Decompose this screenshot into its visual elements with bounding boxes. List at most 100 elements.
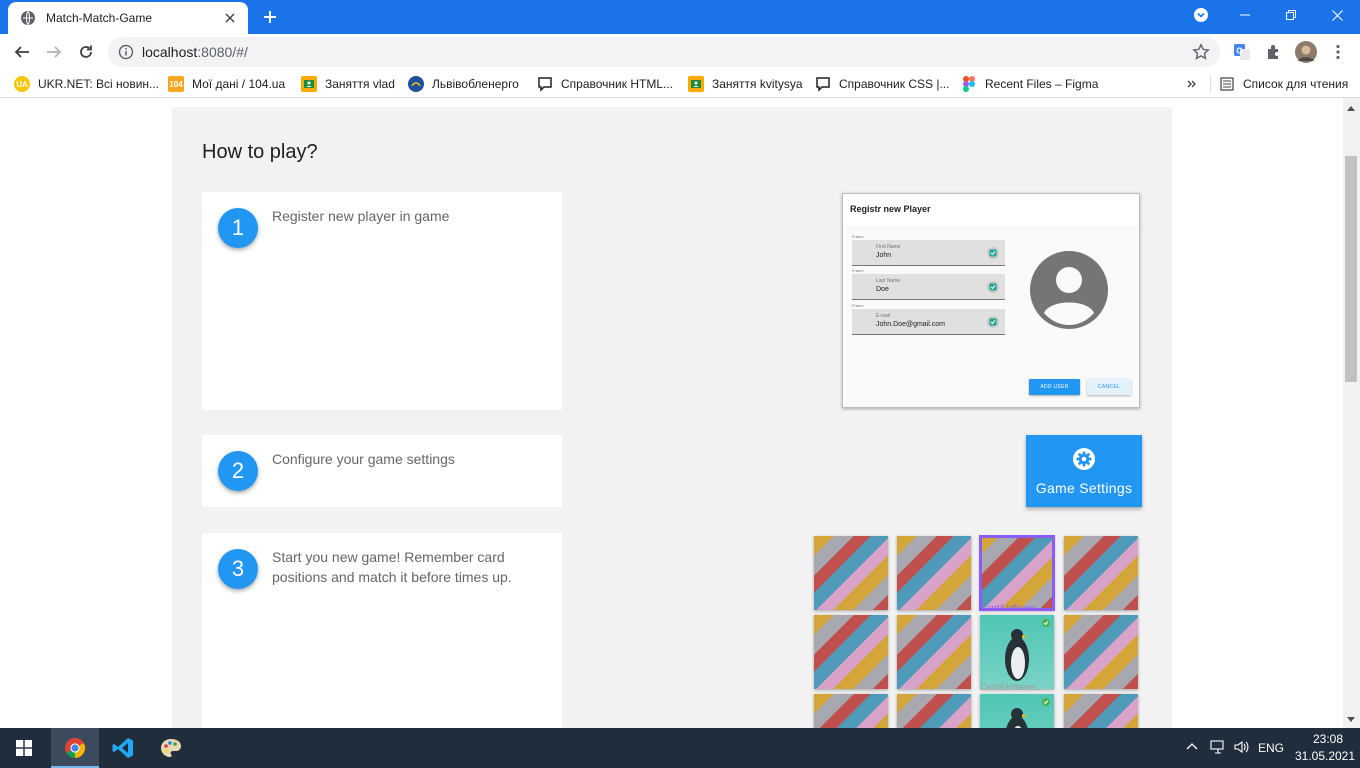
bookmark-classroom-kvitysya[interactable]: Заняття kvitysya bbox=[688, 75, 803, 93]
card-back bbox=[1064, 536, 1138, 610]
step-description: Configure your game settings bbox=[272, 451, 455, 467]
site-info-icon[interactable] bbox=[118, 44, 134, 60]
card-caption: Card/Unflame... bbox=[980, 603, 1044, 613]
card-back bbox=[897, 536, 971, 610]
bookmarks-overflow-icon[interactable] bbox=[1186, 75, 1198, 93]
card-back bbox=[814, 694, 888, 728]
card-back bbox=[1064, 694, 1138, 728]
page-scrollbar[interactable] bbox=[1343, 98, 1360, 728]
bookmark-label: UKR.NET: Всі новин... bbox=[38, 77, 160, 91]
close-window-button[interactable] bbox=[1314, 0, 1360, 30]
last-name-field: Last Name Doe bbox=[852, 274, 1005, 300]
bookmark-html-reference[interactable]: Справочник HTML... bbox=[537, 75, 673, 93]
game-settings-tile: Game Settings bbox=[1026, 435, 1142, 507]
bookmark-label: Справочник CSS |... bbox=[839, 77, 950, 91]
chrome-menu-icon[interactable] bbox=[1326, 40, 1350, 64]
reading-list-button[interactable]: Список для чтения bbox=[1210, 75, 1348, 93]
back-icon[interactable] bbox=[10, 40, 34, 64]
field-value: John.Doe@gmail.com bbox=[876, 321, 945, 328]
register-dialog-header: Registr new Player bbox=[843, 194, 1139, 226]
game-settings-label: Game Settings bbox=[1035, 480, 1133, 496]
url-text: localhost:8080/#/ bbox=[142, 44, 248, 60]
ukrnet-icon: UA bbox=[14, 76, 30, 92]
scroll-up-arrow-icon[interactable] bbox=[1347, 106, 1355, 111]
reload-icon[interactable] bbox=[74, 40, 98, 64]
forward-icon[interactable] bbox=[42, 40, 66, 64]
card-back bbox=[1064, 615, 1138, 689]
gear-icon bbox=[1072, 447, 1096, 471]
bookmark-label: Справочник HTML... bbox=[561, 77, 673, 91]
extensions-icon[interactable] bbox=[1262, 40, 1286, 64]
restore-button[interactable] bbox=[1268, 0, 1314, 30]
globe-icon bbox=[20, 10, 36, 26]
figma-icon bbox=[961, 76, 977, 92]
new-tab-button[interactable] bbox=[258, 7, 282, 27]
register-player-preview: Registr new Player Frame First Name John… bbox=[842, 193, 1140, 408]
url-path: :8080/#/ bbox=[197, 44, 248, 60]
check-icon bbox=[987, 315, 999, 328]
bookmark-star-icon[interactable] bbox=[1192, 43, 1210, 61]
scrollbar-thumb[interactable] bbox=[1345, 156, 1357, 382]
page-title: How to play? bbox=[202, 141, 318, 163]
how-to-play-panel: How to play? 1 Register new player in ga… bbox=[172, 107, 1172, 728]
step-description: Start you new game! Remember card positi… bbox=[272, 549, 512, 585]
paint-taskbar-icon[interactable] bbox=[147, 728, 195, 768]
browser-tab[interactable]: Match-Match-Game bbox=[8, 2, 248, 34]
volume-icon[interactable] bbox=[1234, 740, 1250, 759]
card-back bbox=[897, 615, 971, 689]
scroll-down-arrow-icon[interactable] bbox=[1347, 717, 1355, 722]
field-value: Doe bbox=[876, 286, 889, 293]
card-penguin bbox=[980, 694, 1054, 728]
clock-time[interactable]: 23:08 bbox=[1306, 732, 1350, 746]
clock-date[interactable]: 31.05.2021 bbox=[1292, 749, 1358, 763]
reading-list-label: Список для чтения bbox=[1243, 77, 1349, 91]
svg-text:G: G bbox=[1236, 47, 1242, 56]
profile-avatar[interactable] bbox=[1294, 40, 1318, 64]
chrome-taskbar-icon[interactable] bbox=[51, 728, 99, 768]
register-dialog-title: Registr new Player bbox=[850, 204, 931, 214]
url-host: localhost bbox=[142, 44, 198, 60]
windows-taskbar: ENG 23:08 31.05.2021 bbox=[0, 728, 1360, 768]
bookmark-label: Recent Files – Figma bbox=[985, 77, 1099, 91]
bookmark-104ua[interactable]: 104 Мої дані / 104.ua bbox=[168, 75, 285, 93]
bookmark-ukrnet[interactable]: UA UKR.NET: Всі новин... bbox=[14, 75, 159, 93]
bookmark-css-reference[interactable]: Справочник CSS |... bbox=[815, 75, 949, 93]
speech-bubble-icon bbox=[537, 76, 553, 92]
card-selected bbox=[979, 535, 1055, 611]
step-card-1: 1 Register new player in game bbox=[202, 192, 562, 410]
bookmark-label: Львівобленерго bbox=[432, 77, 519, 91]
frame-label: Frame bbox=[852, 234, 864, 239]
penguin-icon bbox=[1005, 619, 1050, 681]
bookmark-label: Заняття kvitysya bbox=[712, 77, 803, 91]
windows-start-icon[interactable] bbox=[0, 728, 48, 768]
close-tab-icon[interactable] bbox=[222, 10, 238, 26]
bookmark-figma[interactable]: Recent Files – Figma bbox=[961, 75, 1098, 93]
google-translate-icon[interactable]: G bbox=[1230, 40, 1254, 64]
bookmark-lvivoblenergo[interactable]: Львівобленерго bbox=[408, 75, 519, 93]
lvivoblenergo-icon bbox=[408, 76, 424, 92]
bookmark-classroom-vlad[interactable]: Заняття vlad bbox=[301, 75, 395, 93]
classroom-icon bbox=[301, 76, 317, 92]
card-back bbox=[814, 615, 888, 689]
minimize-button[interactable] bbox=[1222, 0, 1268, 30]
field-value: John bbox=[876, 252, 892, 259]
card-back bbox=[814, 536, 888, 610]
bookmark-label: Заняття vlad bbox=[325, 77, 395, 91]
language-indicator[interactable]: ENG bbox=[1258, 741, 1284, 755]
bookmarks-bar: UA UKR.NET: Всі новин... 104 Мої дані / … bbox=[0, 70, 1360, 98]
field-label: E-mail bbox=[876, 313, 891, 319]
frame-label: Frame bbox=[852, 268, 864, 273]
vscode-taskbar-icon[interactable] bbox=[99, 728, 147, 768]
user-avatar-icon bbox=[1030, 251, 1108, 329]
reading-list-icon bbox=[1219, 76, 1235, 92]
tab-search-button[interactable] bbox=[1178, 0, 1224, 30]
tray-overflow-icon[interactable] bbox=[1186, 740, 1198, 758]
check-icon bbox=[987, 280, 999, 293]
first-name-field: First Name John bbox=[852, 240, 1005, 266]
field-label: Last Name bbox=[876, 278, 901, 284]
page-viewport: How to play? 1 Register new player in ga… bbox=[0, 98, 1343, 728]
card-penguin bbox=[980, 615, 1054, 689]
address-bar[interactable]: localhost:8080/#/ bbox=[108, 37, 1220, 67]
network-icon[interactable] bbox=[1210, 740, 1226, 759]
email-field: E-mail John.Doe@gmail.com bbox=[852, 309, 1005, 335]
